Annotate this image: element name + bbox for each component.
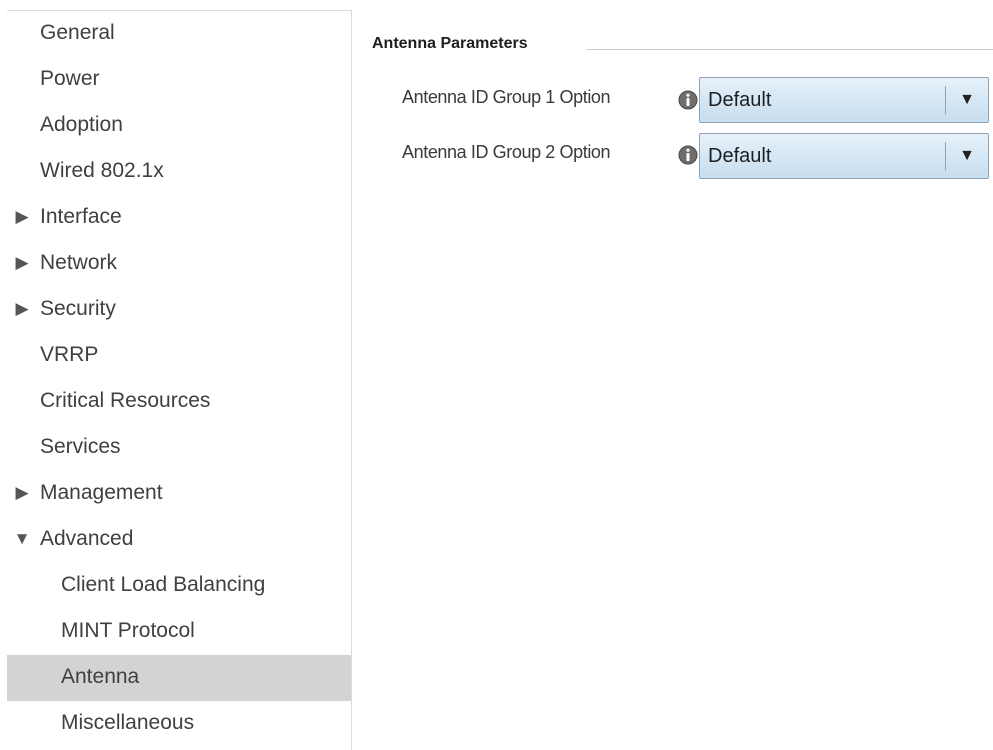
- sidebar-item-label: Services: [40, 435, 121, 458]
- sidebar-item-vrrp[interactable]: VRRP: [7, 333, 351, 379]
- main-panel: Antenna Parameters Antenna ID Group 1 Op…: [352, 10, 993, 750]
- sidebar-item-label: General: [40, 21, 115, 44]
- sidebar-item-security[interactable]: ▶ Security: [7, 287, 351, 333]
- antenna-group-1-select[interactable]: Default ▼: [699, 77, 989, 123]
- select-value: Default: [708, 89, 772, 111]
- sidebar-item-label: Miscellaneous: [61, 711, 195, 734]
- page-root: General Power Adoption Wired 802.1x ▶ In…: [0, 0, 993, 750]
- section-divider: [586, 49, 993, 50]
- expand-arrow-icon[interactable]: ▶: [7, 287, 37, 331]
- sidebar-item-label: VRRP: [40, 343, 99, 366]
- sidebar-item-interface[interactable]: ▶ Interface: [7, 195, 351, 241]
- sidebar-item-general[interactable]: General: [7, 11, 351, 57]
- sidebar-item-network[interactable]: ▶ Network: [7, 241, 351, 287]
- section-title: Antenna Parameters: [372, 35, 528, 52]
- sidebar-item-management[interactable]: ▶ Management: [7, 471, 351, 517]
- sidebar-item-label: Advanced: [40, 527, 134, 550]
- sidebar-item-label: Security: [40, 297, 116, 320]
- info-icon[interactable]: [678, 90, 698, 110]
- sidebar-item-antenna[interactable]: Antenna: [7, 655, 351, 701]
- sidebar-item-miscellaneous[interactable]: Miscellaneous: [7, 701, 351, 747]
- sidebar-item-label: MINT Protocol: [61, 619, 195, 642]
- sidebar-item-label: Critical Resources: [40, 389, 211, 412]
- chevron-down-icon[interactable]: ▼: [946, 134, 988, 178]
- sidebar-item-label: Client Load Balancing: [61, 573, 266, 596]
- expand-arrow-icon[interactable]: ▶: [7, 241, 37, 285]
- antenna-group-2-label: Antenna ID Group 2 Option: [402, 142, 611, 162]
- sidebar-item-label: Antenna: [61, 665, 140, 688]
- sidebar-item-power[interactable]: Power: [7, 57, 351, 103]
- info-icon[interactable]: [678, 145, 698, 165]
- sidebar-nav: General Power Adoption Wired 802.1x ▶ In…: [7, 10, 352, 750]
- antenna-group-1-label: Antenna ID Group 1 Option: [402, 87, 611, 107]
- expand-arrow-icon[interactable]: ▶: [7, 195, 37, 239]
- sidebar-item-mint-protocol[interactable]: MINT Protocol: [7, 609, 351, 655]
- sidebar-item-label: Interface: [40, 205, 122, 228]
- sidebar-item-label: Network: [40, 251, 118, 274]
- chevron-down-icon[interactable]: ▼: [946, 78, 988, 122]
- collapse-arrow-icon[interactable]: ▼: [7, 517, 37, 561]
- sidebar-item-advanced[interactable]: ▼ Advanced: [7, 517, 351, 563]
- sidebar-item-label: Wired 802.1x: [40, 159, 164, 182]
- sidebar-item-label: Power: [40, 67, 100, 90]
- expand-arrow-icon[interactable]: ▶: [7, 471, 37, 515]
- sidebar-item-critical-resources[interactable]: Critical Resources: [7, 379, 351, 425]
- sidebar-item-label: Management: [40, 481, 163, 504]
- sidebar-item-adoption[interactable]: Adoption: [7, 103, 351, 149]
- sidebar-item-label: Adoption: [40, 113, 123, 136]
- select-value: Default: [708, 145, 772, 167]
- sidebar-item-client-load-balancing[interactable]: Client Load Balancing: [7, 563, 351, 609]
- sidebar-item-wired-8021x[interactable]: Wired 802.1x: [7, 149, 351, 195]
- antenna-group-2-select[interactable]: Default ▼: [699, 133, 989, 179]
- sidebar-item-services[interactable]: Services: [7, 425, 351, 471]
